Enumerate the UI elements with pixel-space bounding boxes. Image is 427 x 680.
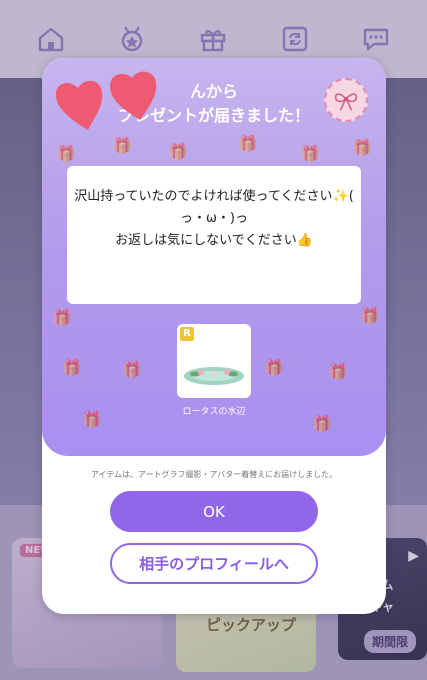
- gift-pattern-icon: 🎁: [52, 308, 72, 327]
- gift-item-name: ロータスの水辺: [182, 407, 246, 417]
- gift-pattern-icon: 🎁: [238, 134, 258, 153]
- delivery-note: アイテムは、アートグラフ撮影・アバター着替えにお届けしました。: [90, 470, 338, 479]
- message-line1: 沢山持っていたのでよければ使ってください✨(: [74, 189, 354, 204]
- gift-pattern-icon: 🎁: [328, 362, 348, 381]
- ok-button[interactable]: OK: [110, 491, 318, 532]
- hearts-sticker-icon: [55, 71, 157, 130]
- gift-pattern-icon: 🎁: [56, 144, 76, 163]
- rarity-badge: R: [180, 327, 194, 341]
- modal-header-area: 🎁 🎁 🎁 🎁 🎁 🎁 🎁 🎁 🎁 🎁 🎁 🎁 🎁 🎁 んから プレゼントが届き…: [42, 58, 386, 456]
- gift-pattern-icon: 🎁: [352, 138, 372, 157]
- gift-pattern-icon: 🎁: [300, 144, 320, 163]
- gift-pattern-icon: 🎁: [264, 358, 284, 377]
- gift-pattern-icon: 🎁: [82, 410, 102, 429]
- message-line3: お返しは気にしないでください👍: [115, 233, 313, 248]
- gift-message-box: 沢山持っていたのでよければ使ってください✨( っ・ω・)っ お返しは気にしないで…: [67, 166, 361, 304]
- gift-pattern-icon: 🎁: [360, 306, 380, 325]
- gift-pattern-icon: 🎁: [312, 414, 332, 433]
- gift-pattern-icon: 🎁: [112, 136, 132, 155]
- ribbon-icon: [324, 78, 368, 122]
- gift-item-card[interactable]: R: [177, 324, 251, 398]
- gift-pattern-icon: 🎁: [168, 142, 188, 161]
- view-profile-button[interactable]: 相手のプロフィールへ: [110, 543, 318, 584]
- gift-pattern-icon: 🎁: [122, 360, 142, 379]
- gift-pattern-icon: 🎁: [62, 358, 82, 377]
- message-line2: っ・ω・)っ: [180, 211, 248, 226]
- gift-received-modal: 🎁 🎁 🎁 🎁 🎁 🎁 🎁 🎁 🎁 🎁 🎁 🎁 🎁 🎁 んから プレゼントが届き…: [42, 58, 386, 614]
